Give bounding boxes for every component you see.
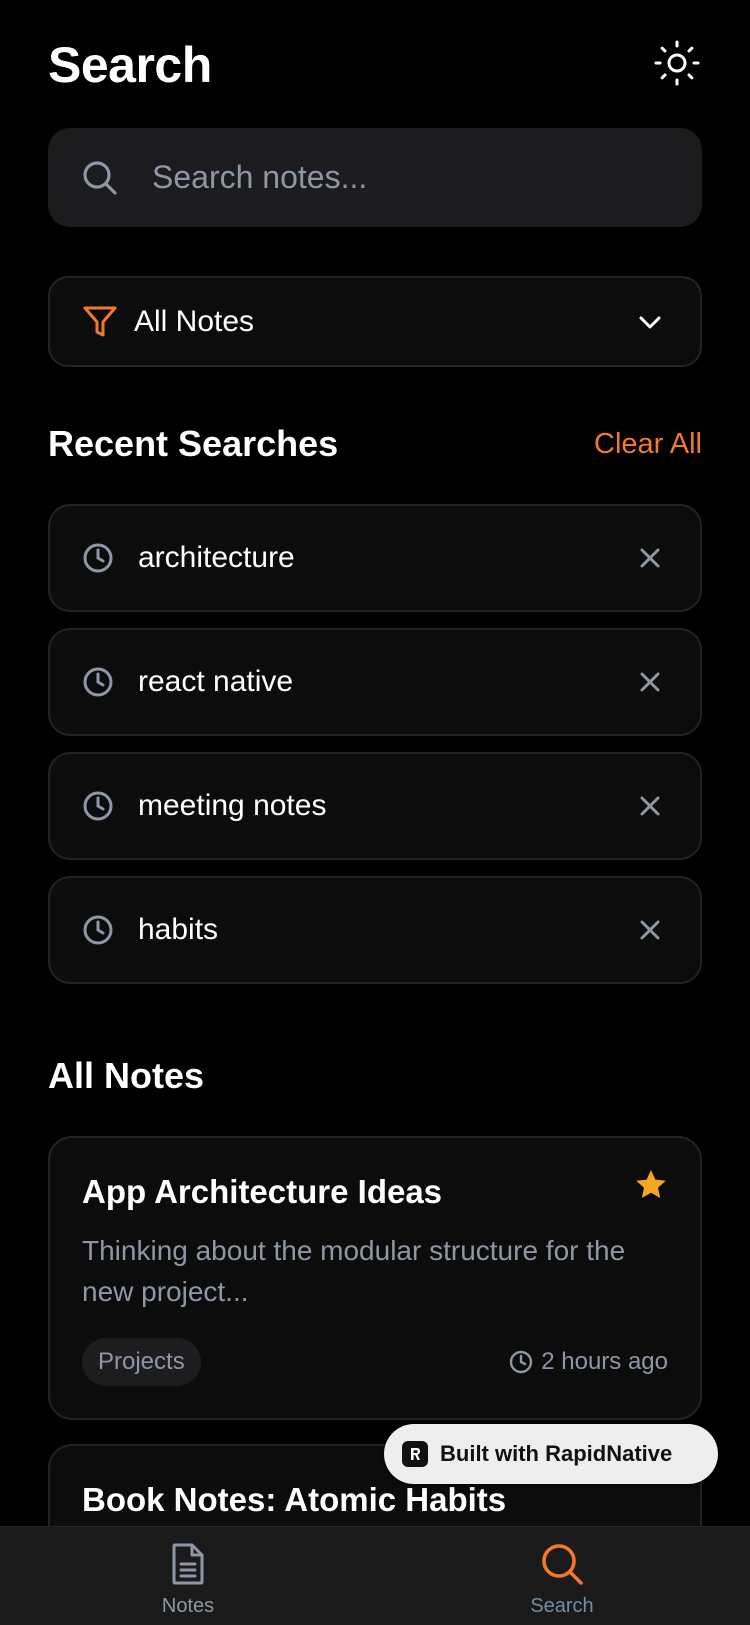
recent-search-label: meeting notes	[138, 789, 327, 822]
filter-icon	[82, 304, 118, 340]
chevron-down-icon	[636, 308, 664, 336]
clock-icon	[82, 914, 114, 946]
star-icon[interactable]	[634, 1168, 668, 1202]
clock-icon	[82, 790, 114, 822]
rapidnative-logo-icon	[402, 1441, 428, 1467]
note-tag: Projects	[82, 1338, 201, 1386]
clock-icon	[82, 666, 114, 698]
recent-search-item[interactable]: habits	[48, 876, 702, 984]
clock-icon	[509, 1350, 533, 1374]
filter-selected-label: All Notes	[134, 304, 255, 338]
theme-toggle-button[interactable]	[652, 38, 702, 88]
note-excerpt: Thinking about the modular structure for…	[82, 1235, 626, 1307]
recent-search-label: architecture	[138, 541, 295, 574]
recent-searches-title: Recent Searches	[48, 423, 339, 464]
recent-search-item[interactable]: meeting notes	[48, 752, 702, 860]
close-icon[interactable]	[636, 544, 664, 572]
close-icon[interactable]	[636, 916, 664, 944]
close-icon[interactable]	[636, 668, 664, 696]
note-time-label: 2 hours ago	[541, 1348, 668, 1375]
document-icon	[165, 1541, 211, 1587]
note-card[interactable]: App Architecture Ideas Thinking about th…	[48, 1136, 702, 1420]
tab-notes-label: Notes	[161, 1595, 215, 1617]
clock-icon	[82, 542, 114, 574]
sun-icon	[654, 40, 700, 86]
notes-filter-dropdown[interactable]: All Notes	[48, 276, 702, 367]
badge-label: Built with RapidNative	[440, 1441, 673, 1466]
search-icon	[80, 158, 120, 198]
page-title: Search	[48, 37, 212, 93]
tab-search-label: Search	[530, 1595, 594, 1617]
search-bar[interactable]	[48, 128, 702, 227]
recent-search-item[interactable]: react native	[48, 628, 702, 736]
search-input[interactable]	[150, 146, 702, 209]
bottom-tab-bar: Notes Search	[0, 1526, 750, 1625]
close-icon[interactable]	[636, 792, 664, 820]
note-timestamp: 2 hours ago	[509, 1338, 668, 1386]
tab-search[interactable]: Search	[462, 1527, 662, 1625]
recent-search-item[interactable]: architecture	[48, 504, 702, 612]
built-with-badge[interactable]: Built with RapidNative	[384, 1424, 718, 1484]
all-notes-title: All Notes	[48, 1055, 205, 1096]
recent-search-label: react native	[138, 665, 294, 698]
recent-search-label: habits	[138, 913, 219, 946]
clear-all-button[interactable]: Clear All	[594, 420, 702, 468]
note-title: App Architecture Ideas	[82, 1173, 443, 1210]
search-icon	[539, 1541, 585, 1587]
tab-notes[interactable]: Notes	[88, 1527, 288, 1625]
note-title: Book Notes: Atomic Habits	[82, 1481, 507, 1518]
